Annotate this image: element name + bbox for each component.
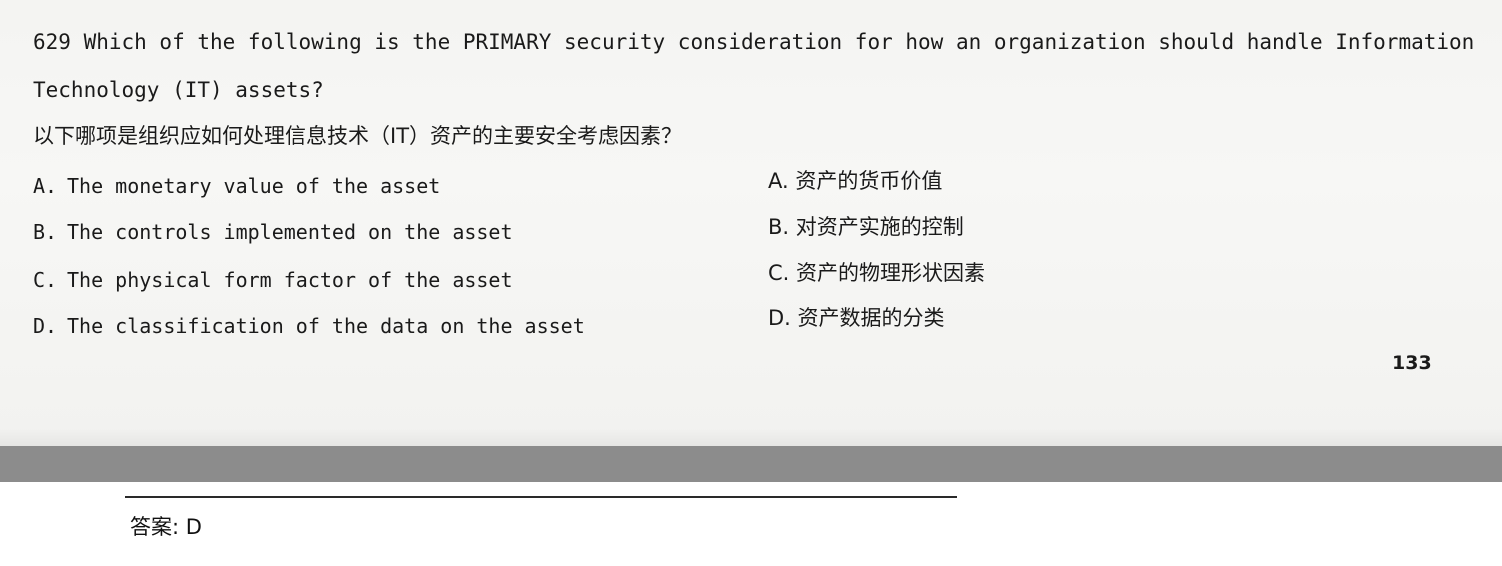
horizontal-rule	[125, 496, 957, 498]
option-letter: C.	[33, 268, 58, 292]
option-text: The classification of the data on the as…	[67, 314, 585, 338]
page-number: 133	[1392, 352, 1432, 374]
option-text: The physical form factor of the asset	[67, 268, 513, 292]
page-divider-band	[0, 446, 1502, 482]
option-d-english: D. The classification of the data on the …	[33, 314, 585, 338]
question-text-line-2: Technology (IT) assets?	[33, 78, 324, 102]
question-text-line-1: 629 Which of the following is the PRIMAR…	[33, 30, 1475, 54]
question-text-chinese: 以下哪项是组织应如何处理信息技术（IT）资产的主要安全考虑因素？	[33, 124, 683, 148]
option-c-english: C. The physical form factor of the asset	[33, 268, 513, 292]
option-text: The controls implemented on the asset	[67, 220, 513, 244]
option-a-chinese: A. 资产的货币价值	[768, 169, 943, 193]
option-letter: A.	[33, 174, 58, 198]
option-b-chinese: B. 对资产实施的控制	[768, 215, 964, 239]
option-letter: B.	[33, 220, 58, 244]
option-text: The monetary value of the asset	[67, 174, 441, 198]
option-d-chinese: D. 资产数据的分类	[768, 306, 945, 330]
option-b-english: B. The controls implemented on the asset	[33, 220, 513, 244]
answer-page	[0, 482, 1502, 566]
option-a-english: A. The monetary value of the asset	[33, 174, 440, 198]
option-c-chinese: C. 资产的物理形状因素	[768, 261, 986, 285]
answer-text: 答案: D	[130, 515, 202, 539]
option-letter: D.	[33, 314, 58, 338]
